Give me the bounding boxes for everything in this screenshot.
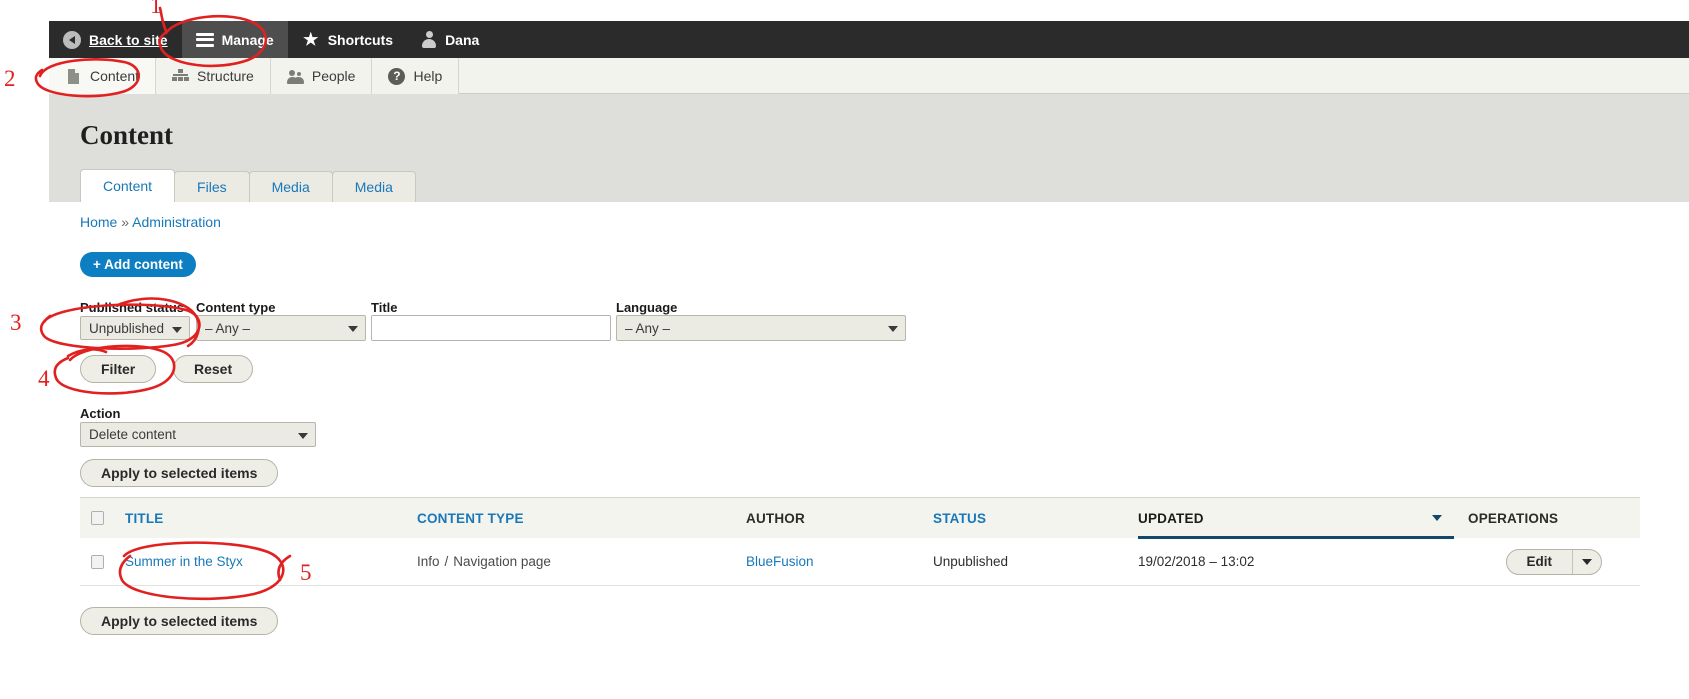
row-title-link[interactable]: Summer in the Styx xyxy=(125,554,243,569)
back-arrow-icon xyxy=(63,30,81,49)
column-header-title[interactable]: TITLE xyxy=(125,498,417,539)
tab-content[interactable]: Content xyxy=(80,169,176,202)
toolbar-item-label: Manage xyxy=(221,31,274,48)
row-content-type-cell: Info / Navigation page xyxy=(417,538,746,586)
page-icon xyxy=(65,68,82,85)
breadcrumb: Home » Administration xyxy=(80,214,221,230)
row-status-cell: Unpublished xyxy=(933,554,1009,569)
column-header-author[interactable]: AUTHOR xyxy=(746,498,933,539)
table-row: Summer in the Styx Info / Navigation pag… xyxy=(80,538,1640,586)
row-content-type-separator: / xyxy=(444,554,449,569)
subtab-label: Structure xyxy=(197,68,254,84)
row-author-cell: BlueFusion xyxy=(746,538,933,586)
select-all-checkbox[interactable] xyxy=(91,511,104,525)
breadcrumb-link-home[interactable]: Home xyxy=(80,214,117,230)
subtab-label: People xyxy=(311,68,356,84)
annotation-number-4: 4 xyxy=(38,366,50,391)
toolbar-item-label: Shortcuts xyxy=(327,31,394,48)
sort-descending-icon xyxy=(1432,515,1442,521)
row-select-cell xyxy=(80,538,125,586)
hamburger-icon xyxy=(195,32,214,47)
page-title: Content xyxy=(80,120,173,150)
subtab-label: Help xyxy=(413,68,443,84)
subtab-label: Content xyxy=(90,68,140,84)
action-value: Delete content xyxy=(89,427,177,442)
content-table: TITLE CONTENT TYPE AUTHOR STATUS UPDATED… xyxy=(80,497,1640,586)
tab-files[interactable]: Files xyxy=(174,171,250,202)
tab-media-1[interactable]: Media xyxy=(248,171,333,202)
published-status-label: Published status xyxy=(80,300,185,315)
language-select[interactable]: – Any – xyxy=(616,315,906,341)
toolbar-item-label: Back to site xyxy=(89,31,168,48)
admin-menu-bar: Content Structure People Help xyxy=(49,58,1689,94)
row-updated-cell: 19/02/2018 – 13:02 xyxy=(1138,554,1255,569)
subtab-content[interactable]: Content xyxy=(49,58,157,94)
help-icon xyxy=(388,67,406,85)
subtab-people[interactable]: People xyxy=(270,58,373,94)
published-status-value: Unpublished xyxy=(89,320,165,336)
column-header-content-type[interactable]: CONTENT TYPE xyxy=(417,498,746,539)
user-icon xyxy=(421,31,437,48)
screen-root: Back to site Manage ★ Shortcuts Dana Con… xyxy=(0,0,1689,699)
column-header-updated[interactable]: UPDATED xyxy=(1138,498,1454,539)
language-label: Language xyxy=(616,300,678,315)
toolbar-item-manage[interactable]: Manage xyxy=(181,21,288,58)
row-title-cell: Summer in the Styx xyxy=(125,538,417,586)
primary-tabs: Content Files Media Media xyxy=(80,169,416,202)
content-type-select[interactable]: – Any – xyxy=(196,315,366,341)
action-select[interactable]: Delete content xyxy=(80,422,316,447)
table-header-row: TITLE CONTENT TYPE AUTHOR STATUS UPDATED… xyxy=(80,497,1640,539)
admin-toolbar: Back to site Manage ★ Shortcuts Dana xyxy=(49,21,1689,58)
breadcrumb-separator: » xyxy=(121,214,130,230)
toolbar-item-user[interactable]: Dana xyxy=(407,21,493,58)
toolbar-item-label: Dana xyxy=(445,31,480,48)
annotation-number-2: 2 xyxy=(4,66,16,91)
structure-icon xyxy=(172,68,189,85)
toolbar-item-shortcuts[interactable]: ★ Shortcuts xyxy=(288,21,407,58)
chevron-down-icon[interactable] xyxy=(1573,550,1601,574)
star-icon: ★ xyxy=(303,29,319,49)
toolbar-item-back-to-site[interactable]: Back to site xyxy=(49,21,182,58)
edit-button[interactable]: Edit xyxy=(1507,549,1573,574)
row-content-type-secondary: Navigation page xyxy=(453,554,551,569)
subtab-structure[interactable]: Structure xyxy=(156,58,271,94)
annotation-number-3: 3 xyxy=(10,310,22,335)
content-type-label: Content type xyxy=(196,300,276,315)
title-filter-input[interactable] xyxy=(371,315,611,341)
row-author-link[interactable]: BlueFusion xyxy=(746,554,814,569)
content-type-value: – Any – xyxy=(205,320,251,336)
column-header-operations: OPERATIONS xyxy=(1468,510,1559,526)
title-filter-label: Title xyxy=(371,300,398,315)
row-operations-dropbutton[interactable]: Edit xyxy=(1505,548,1602,575)
subtab-help[interactable]: Help xyxy=(372,58,460,94)
reset-button[interactable]: Reset xyxy=(173,355,254,383)
select-all-header xyxy=(80,498,125,539)
column-header-status[interactable]: STATUS xyxy=(933,498,1138,539)
annotation-number-1: 1 xyxy=(150,0,162,18)
tab-media-2[interactable]: Media xyxy=(331,171,416,202)
row-select-checkbox[interactable] xyxy=(91,554,104,569)
column-header-updated-label: UPDATED xyxy=(1138,510,1204,526)
published-status-select[interactable]: Unpublished xyxy=(80,316,190,340)
language-value: – Any – xyxy=(625,320,671,336)
breadcrumb-link-administration[interactable]: Administration xyxy=(132,214,221,230)
row-operations-cell: Edit xyxy=(1454,538,1640,586)
row-content-type-primary: Info xyxy=(417,554,440,569)
action-label: Action xyxy=(80,406,121,421)
apply-to-selected-items-button-bottom[interactable]: Apply to selected items xyxy=(80,607,279,635)
add-content-button[interactable]: + Add content xyxy=(80,252,196,277)
filter-button[interactable]: Filter xyxy=(80,355,157,383)
apply-to-selected-items-button-top[interactable]: Apply to selected items xyxy=(80,459,279,487)
people-icon xyxy=(286,68,304,85)
